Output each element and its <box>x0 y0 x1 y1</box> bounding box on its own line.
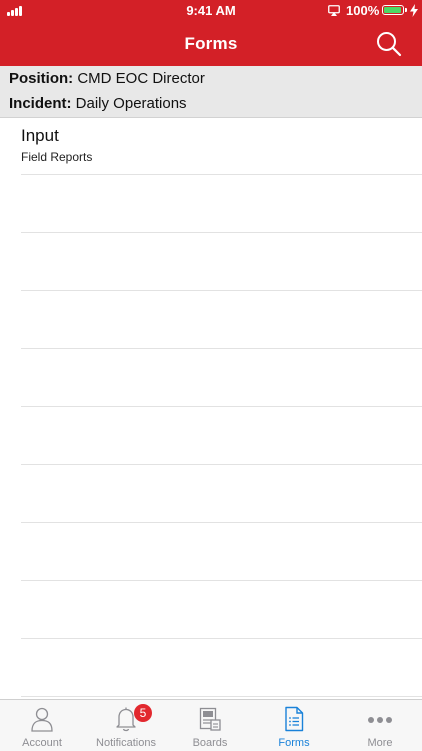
tab-notifications[interactable]: 5 Notifications <box>84 700 168 751</box>
tab-label: Boards <box>192 737 228 749</box>
battery-fill <box>384 7 401 13</box>
form-document-icon <box>282 706 306 732</box>
list-item[interactable] <box>21 350 422 407</box>
list-item-title: Input <box>21 126 59 145</box>
page-title: Forms <box>184 34 238 53</box>
list-item[interactable] <box>21 582 422 639</box>
list-item[interactable] <box>21 234 422 291</box>
list-item[interactable] <box>21 292 422 349</box>
tab-account[interactable]: Account <box>0 700 84 751</box>
incident-row: Incident: Daily Operations <box>9 95 187 112</box>
list-item[interactable] <box>21 524 422 581</box>
context-info: Position: CMD EOC Director Incident: Dai… <box>0 66 422 118</box>
incident-value: Daily Operations <box>75 95 187 112</box>
tab-bar: Account 5 Notifications Boards Forms More <box>0 699 422 751</box>
position-row: Position: CMD EOC Director <box>9 70 205 87</box>
tab-label: Forms <box>278 737 310 749</box>
list-item[interactable] <box>21 176 422 233</box>
header: 9:41 AM 100% Forms <box>0 0 422 66</box>
tab-label: Notifications <box>96 737 156 749</box>
position-label: Position: <box>9 70 74 87</box>
person-icon <box>30 706 54 732</box>
status-bar: 9:41 AM 100% <box>0 0 422 22</box>
list-item[interactable] <box>21 466 422 523</box>
search-icon <box>377 32 402 57</box>
airplay-icon <box>328 5 340 16</box>
boards-icon <box>198 706 222 732</box>
tab-boards[interactable]: Boards <box>168 700 252 751</box>
search-button[interactable] <box>374 29 404 59</box>
tab-label: Account <box>22 737 62 749</box>
list-item-subtitle: Field Reports <box>21 150 93 164</box>
tab-label: More <box>367 737 393 749</box>
list-item[interactable]: Input Field Reports <box>21 118 422 175</box>
tab-more[interactable]: More <box>338 700 422 751</box>
battery-icon <box>382 5 407 15</box>
charging-bolt-icon <box>410 4 418 17</box>
more-dots-icon <box>368 706 392 732</box>
position-value: CMD EOC Director <box>77 70 205 87</box>
tab-forms[interactable]: Forms <box>252 700 336 751</box>
list-item[interactable] <box>21 408 422 465</box>
battery-cap <box>405 8 407 12</box>
battery-percent: 100% <box>346 3 380 18</box>
notification-badge: 5 <box>134 704 152 722</box>
list-item[interactable] <box>21 640 422 697</box>
incident-label: Incident: <box>9 95 72 112</box>
